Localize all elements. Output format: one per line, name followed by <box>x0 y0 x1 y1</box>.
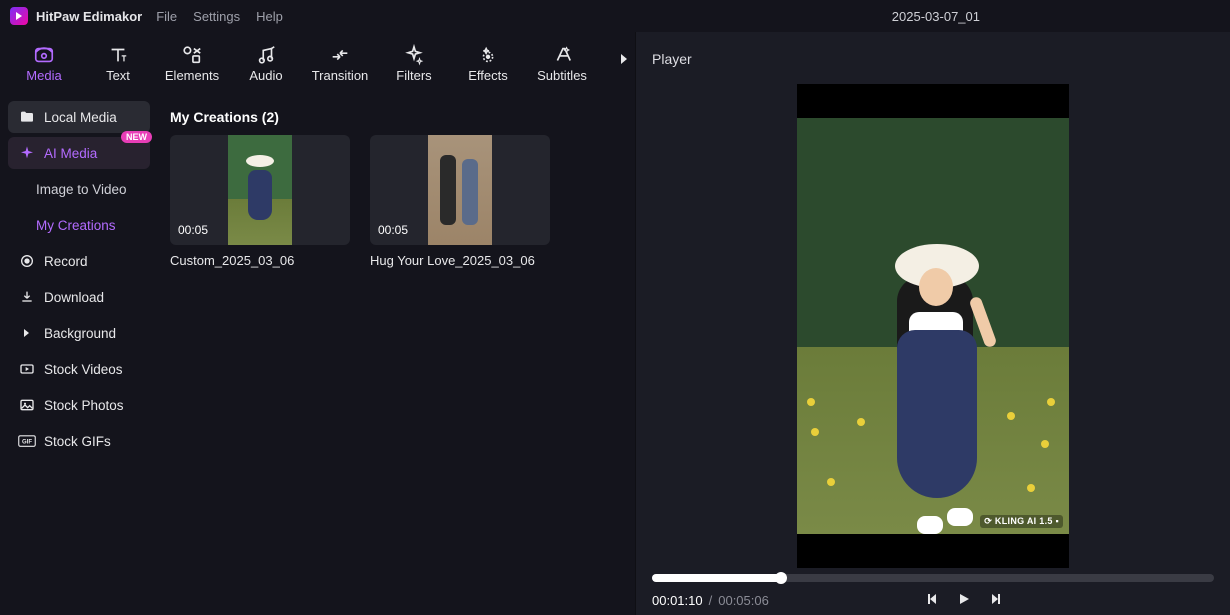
gif-icon: GIF <box>18 434 36 448</box>
step-back-icon <box>925 592 939 606</box>
tab-effects-label: Effects <box>468 68 508 83</box>
player-title: Player <box>636 32 1230 86</box>
effects-icon <box>476 42 500 68</box>
elements-icon <box>180 42 204 68</box>
sidebar-item-label: Record <box>44 254 88 269</box>
thumbnail-image <box>428 135 492 245</box>
sidebar-item-label: AI Media <box>44 146 97 161</box>
preview-area: ⟳ KLING AI 1.5 ▪ <box>636 86 1230 566</box>
time-separator: / <box>709 593 713 608</box>
sidebar-item-local-media[interactable]: Local Media <box>8 101 150 133</box>
filters-icon <box>402 42 426 68</box>
sidebar-item-download[interactable]: Download <box>8 281 150 313</box>
tab-media[interactable]: Media <box>8 38 80 87</box>
menu-settings[interactable]: Settings <box>193 9 240 24</box>
transition-icon <box>328 42 352 68</box>
tab-text-label: Text <box>106 68 130 83</box>
seek-progress <box>652 574 781 582</box>
text-icon <box>106 42 130 68</box>
sidebar-item-my-creations[interactable]: My Creations <box>8 209 150 241</box>
photo-icon <box>18 397 36 413</box>
media-icon <box>32 42 56 68</box>
next-frame-button[interactable] <box>989 592 1003 609</box>
creation-card[interactable]: 00:05 Hug Your Love_2025_03_06 <box>370 135 550 268</box>
player-panel: Player <box>635 32 1230 615</box>
total-time: 00:05:06 <box>718 593 769 608</box>
left-panel: Media Text Elements Audio <box>0 32 635 615</box>
tab-elements[interactable]: Elements <box>156 38 228 87</box>
play-icon <box>957 592 971 606</box>
thumbnail-image <box>228 135 292 245</box>
folder-icon <box>18 109 36 125</box>
sidebar-item-stock-videos[interactable]: Stock Videos <box>8 353 150 385</box>
menu-file[interactable]: File <box>156 9 177 24</box>
tab-text[interactable]: Text <box>82 38 154 87</box>
svg-text:GIF: GIF <box>22 439 32 445</box>
tool-tabs: Media Text Elements Audio <box>0 32 635 97</box>
tab-subtitles[interactable]: Subtitles <box>526 38 598 87</box>
sidebar-item-image-to-video[interactable]: Image to Video <box>8 173 150 205</box>
record-icon <box>18 253 36 269</box>
menu-help[interactable]: Help <box>256 9 283 24</box>
seek-handle[interactable] <box>775 572 787 584</box>
sidebar-item-label: Download <box>44 290 104 305</box>
creation-thumbnail[interactable]: 00:05 <box>370 135 550 245</box>
tab-audio[interactable]: Audio <box>230 38 302 87</box>
creation-card[interactable]: 00:05 Custom_2025_03_06 <box>170 135 350 268</box>
project-name: 2025-03-07_01 <box>892 9 980 24</box>
tab-elements-label: Elements <box>165 68 219 83</box>
tab-subtitles-label: Subtitles <box>537 68 587 83</box>
app-name: HitPaw Edimakor <box>36 9 142 24</box>
section-title: My Creations (2) <box>170 109 623 125</box>
tab-transition-label: Transition <box>312 68 369 83</box>
prev-frame-button[interactable] <box>925 592 939 609</box>
sidebar-item-stock-gifs[interactable]: GIF Stock GIFs <box>8 425 150 457</box>
creation-thumbnail[interactable]: 00:05 <box>170 135 350 245</box>
new-badge: NEW <box>121 131 152 143</box>
sparkle-icon <box>18 145 36 161</box>
subtitles-icon <box>550 42 574 68</box>
sidebar-item-label: My Creations <box>36 218 116 233</box>
sidebar-item-label: Stock GIFs <box>44 434 111 449</box>
tab-media-label: Media <box>26 68 61 83</box>
video-frame: ⟳ KLING AI 1.5 ▪ <box>797 118 1069 534</box>
titlebar: HitPaw Edimakor File Settings Help 2025-… <box>0 0 1230 32</box>
sidebar-item-stock-photos[interactable]: Stock Photos <box>8 389 150 421</box>
current-time: 00:01:10 <box>652 593 703 608</box>
sidebar-item-background[interactable]: Background <box>8 317 150 349</box>
tab-filters-label: Filters <box>396 68 431 83</box>
sidebar-item-label: Background <box>44 326 116 341</box>
tab-transition[interactable]: Transition <box>304 38 376 87</box>
tab-filters[interactable]: Filters <box>378 38 450 87</box>
chevron-right-icon <box>18 327 36 339</box>
creation-name: Hug Your Love_2025_03_06 <box>370 253 550 268</box>
audio-icon <box>254 42 278 68</box>
step-forward-icon <box>989 592 1003 606</box>
play-button[interactable] <box>957 592 971 609</box>
tab-audio-label: Audio <box>249 68 282 83</box>
tab-effects[interactable]: Effects <box>452 38 524 87</box>
creation-name: Custom_2025_03_06 <box>170 253 350 268</box>
duration-badge: 00:05 <box>378 223 408 237</box>
sidebar-item-record[interactable]: Record <box>8 245 150 277</box>
sidebar-item-label: Stock Videos <box>44 362 123 377</box>
seek-bar[interactable] <box>652 574 1214 582</box>
creations-grid: 00:05 Custom_2025_03_06 00:05 Hug Your L… <box>170 135 623 268</box>
sidebar-item-ai-media[interactable]: AI Media NEW <box>8 137 150 169</box>
player-timeline: 00:01:10 / 00:05:06 <box>636 566 1230 615</box>
app-logo <box>10 7 28 25</box>
tabs-expand-arrow-icon[interactable] <box>619 52 629 71</box>
content-area: My Creations (2) 00:05 Custom_2025_03_06 <box>158 97 635 615</box>
sidebar-item-label: Local Media <box>44 110 117 125</box>
source-sidebar: Local Media AI Media NEW Image to Video … <box>0 97 158 615</box>
video-stage[interactable]: ⟳ KLING AI 1.5 ▪ <box>797 84 1069 568</box>
sidebar-item-label: Image to Video <box>36 182 127 197</box>
watermark-badge: ⟳ KLING AI 1.5 ▪ <box>980 515 1063 528</box>
sidebar-item-label: Stock Photos <box>44 398 124 413</box>
video-icon <box>18 361 36 377</box>
download-icon <box>18 289 36 305</box>
duration-badge: 00:05 <box>178 223 208 237</box>
